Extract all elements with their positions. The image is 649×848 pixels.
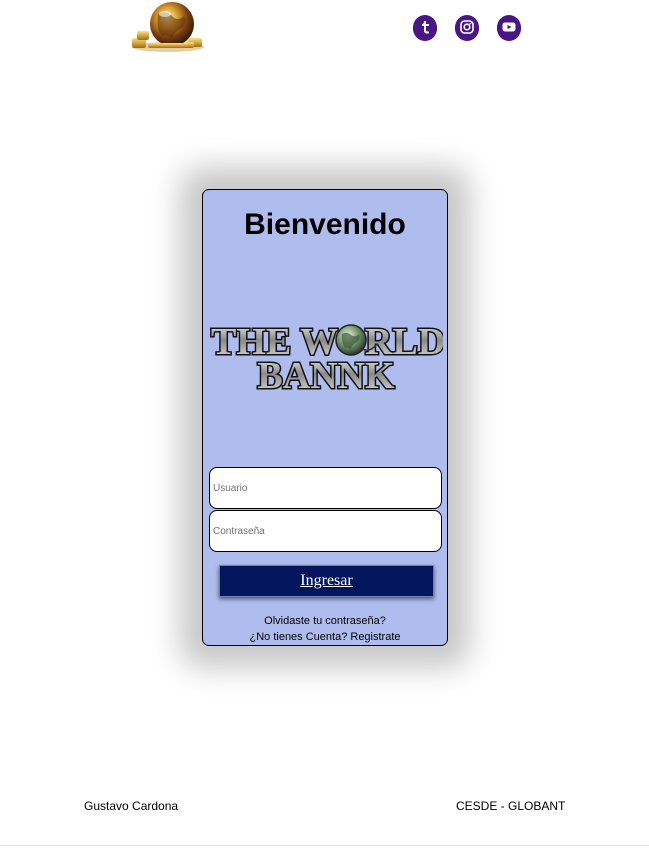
password-input[interactable] <box>209 510 442 552</box>
tumblr-icon[interactable] <box>413 15 437 40</box>
login-card: Bienvenido THE W RLD BANNK Usuario Ingre… <box>202 189 448 646</box>
login-page: Bienvenido THE W RLD BANNK Usuario Ingre… <box>0 0 649 848</box>
forgot-password-link[interactable]: Olvidaste tu contraseña? <box>203 615 447 627</box>
instagram-icon[interactable] <box>455 15 479 40</box>
login-button[interactable]: Ingresar <box>219 565 434 597</box>
page-title: Bienvenido <box>244 208 406 241</box>
brand-logo: THE W RLD BANNK <box>209 318 444 395</box>
social-links <box>413 15 521 40</box>
footer-author: Gustavo Cardona <box>84 799 179 813</box>
youtube-icon[interactable] <box>497 15 521 40</box>
globe-coins-icon[interactable] <box>128 0 208 54</box>
brand-line-2: BANNK <box>257 355 395 394</box>
footer-divider <box>0 845 649 846</box>
footer-org: CESDE - GLOBANT <box>456 799 566 813</box>
username-input[interactable] <box>209 467 442 509</box>
register-link[interactable]: ¿No tienes Cuenta? Registrate <box>203 631 447 643</box>
